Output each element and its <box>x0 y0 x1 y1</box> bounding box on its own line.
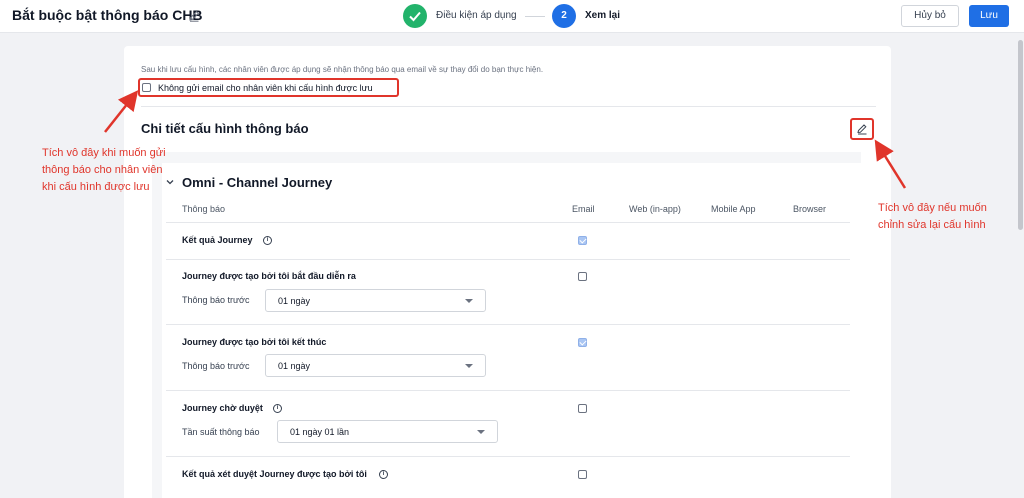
step-2-label[interactable]: Xem lại <box>585 10 620 21</box>
notify-before-label: Thông báo trước <box>182 295 250 305</box>
email-checkbox-journey-end[interactable] <box>578 338 587 347</box>
column-header-web: Web (in-app) <box>629 204 681 214</box>
row-divider <box>166 390 850 391</box>
notify-before-dropdown[interactable]: 01 ngày <box>265 289 486 312</box>
email-checkbox-journey-pending[interactable] <box>578 404 587 413</box>
column-header-mobile: Mobile App <box>711 204 756 214</box>
info-icon[interactable]: i <box>263 236 272 245</box>
row-divider <box>166 222 850 223</box>
dropdown-value: 01 ngày <box>278 296 311 306</box>
annotation-line: Tích vô đây nếu muốn <box>878 202 987 214</box>
annotation-right: Tích vô đây nếu muốn chỉnh sửa lại cấu h… <box>878 200 987 234</box>
caret-down-icon <box>465 364 473 368</box>
row-divider <box>166 324 850 325</box>
column-header-notification: Thông báo <box>182 204 226 214</box>
row-label-approval-result: Kết quả xét duyệt Journey được tạo bởi t… <box>182 469 367 479</box>
row-divider <box>166 259 850 260</box>
info-icon[interactable]: i <box>379 470 388 479</box>
row-label-journey-pending: Journey chờ duyệt <box>182 403 263 413</box>
frequency-dropdown[interactable]: 01 ngày 01 lần <box>277 420 498 443</box>
info-icon[interactable]: i <box>273 404 282 413</box>
email-checkbox-journey-result[interactable] <box>578 236 587 245</box>
step-2-number: 2 <box>552 4 576 28</box>
annotation-left: Tích vô đây khi muốn gửi thông báo cho n… <box>42 145 166 196</box>
column-header-browser: Browser <box>793 204 827 214</box>
page-title: Bắt buộc bật thông báo CHB <box>12 7 203 23</box>
scrollbar-thumb[interactable] <box>1018 40 1023 230</box>
caret-down-icon <box>477 430 485 434</box>
top-bar: Bắt buộc bật thông báo CHB Điều kiện áp … <box>0 0 1024 33</box>
email-checkbox-journey-start[interactable] <box>578 272 587 281</box>
journey-panel <box>162 163 861 498</box>
pencil-icon[interactable] <box>856 123 868 135</box>
chevron-down-icon[interactable] <box>166 178 174 186</box>
divider <box>141 106 876 107</box>
step-done-indicator <box>403 4 427 28</box>
annotation-line: khi cấu hình được lưu <box>42 181 150 193</box>
section-title: Chi tiết cấu hình thông báo <box>141 121 309 136</box>
frequency-label: Tần suất thông báo <box>182 427 260 437</box>
row-label-journey-result: Kết quả Journey <box>182 235 253 245</box>
annotation-line: Tích vô đây khi muốn gửi <box>42 147 166 159</box>
step-1-label[interactable]: Điều kiện áp dụng <box>436 10 517 21</box>
column-header-email: Email <box>572 204 595 214</box>
save-button[interactable]: Lưu <box>969 5 1009 27</box>
row-label-journey-end: Journey được tạo bởi tôi kết thúc <box>182 337 327 347</box>
annotation-line: thông báo cho nhân viên <box>42 164 163 176</box>
cancel-button[interactable]: Hủy bỏ <box>901 5 959 27</box>
row-label-journey-start: Journey được tạo bởi tôi bắt đầu diễn ra <box>182 271 356 281</box>
dropdown-value: 01 ngày 01 lần <box>290 427 350 437</box>
journey-title[interactable]: Omni - Channel Journey <box>182 175 332 190</box>
notify-before-dropdown[interactable]: 01 ngày <box>265 354 486 377</box>
notify-before-label: Thông báo trước <box>182 361 250 371</box>
row-divider <box>166 456 850 457</box>
pencil-icon[interactable] <box>187 9 201 23</box>
no-email-label[interactable]: Không gửi email cho nhân viên khi cấu hì… <box>158 83 373 93</box>
caret-down-icon <box>465 299 473 303</box>
annotation-line: chỉnh sửa lại cấu hình <box>878 219 986 231</box>
step-connector <box>525 16 545 17</box>
no-email-checkbox[interactable] <box>142 83 151 92</box>
check-icon <box>409 11 421 22</box>
save-description: Sau khi lưu cấu hình, các nhân viên được… <box>141 65 544 74</box>
email-checkbox-approval-result[interactable] <box>578 470 587 479</box>
dropdown-value: 01 ngày <box>278 361 311 371</box>
